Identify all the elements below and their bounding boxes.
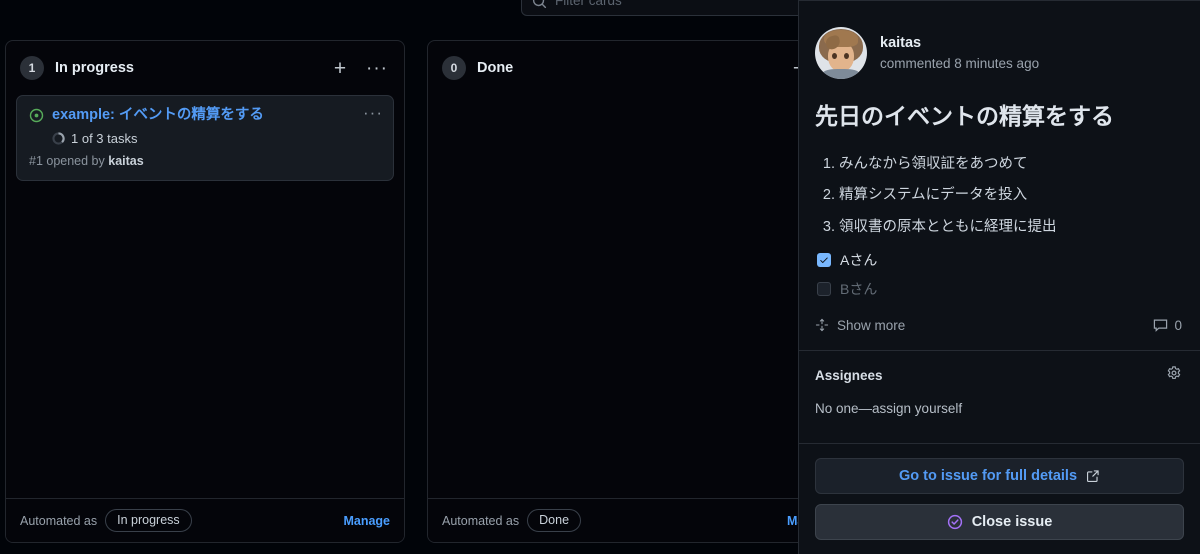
column-menu-button[interactable]: ··· (364, 55, 390, 81)
column-count-badge: 1 (20, 56, 44, 80)
issue-title: 先日のイベントの精算をする (815, 103, 1114, 129)
board-column-in-progress: 1 In progress + ··· ··· example: イベントの精算… (5, 40, 405, 543)
checkbox-unchecked-icon[interactable] (817, 282, 831, 297)
issue-open-icon (29, 108, 44, 123)
column-automation-footer: Automated as In progress Manage (6, 498, 404, 542)
avatar (815, 27, 867, 79)
task-progress-icon (52, 131, 65, 145)
board-card[interactable]: ··· example: イベントの精算をする 1 of 3 tasks #1 … (16, 95, 394, 181)
list-item: 精算システムにデータを投入 (839, 185, 1182, 205)
comment-count[interactable]: 0 (1153, 318, 1182, 333)
close-issue-button[interactable]: Close issue (815, 504, 1184, 540)
automation-pill: In progress (105, 509, 192, 532)
project-board-app: Filter cards 1 In progress + ··· ··· exa… (0, 0, 1200, 554)
filter-placeholder: Filter cards (555, 0, 622, 9)
column-automation-footer: Automated as Done Man (428, 498, 826, 542)
automation-label: Automated as (20, 513, 98, 528)
issue-closed-icon (947, 514, 962, 530)
issue-step-list: みんなから領収証をあつめて 精算システムにデータを投入 領収書の原本とともに経理… (839, 154, 1182, 237)
board-columns: 1 In progress + ··· ··· example: イベントの精算… (0, 40, 827, 543)
card-menu-button[interactable]: ··· (363, 104, 383, 121)
issue-detail-body: kaitas commented 8 minutes ago 先日のイベントの精… (799, 1, 1200, 443)
automation-label: Automated as (442, 513, 520, 528)
task-label: Aさん (840, 252, 878, 269)
column-header: 1 In progress + ··· (6, 41, 404, 95)
show-more-button[interactable]: Show more (815, 318, 905, 333)
task-label: Bさん (840, 281, 878, 298)
issue-author-name[interactable]: kaitas (880, 33, 1039, 54)
assignees-title: Assignees (815, 367, 883, 383)
issue-author-row: kaitas commented 8 minutes ago (799, 1, 1200, 79)
add-card-button[interactable]: + (327, 55, 353, 81)
gear-icon[interactable] (1166, 365, 1182, 386)
show-more-label: Show more (837, 317, 906, 333)
column-count-badge: 0 (442, 56, 466, 80)
column-cards (428, 95, 826, 498)
expand-arrows-icon (815, 319, 829, 332)
column-title: Done (477, 60, 514, 76)
assignees-value[interactable]: No one—assign yourself (815, 401, 1182, 416)
issue-detail-actions: Go to issue for full details Close issue (799, 443, 1200, 554)
card-meta-prefix: #1 opened by (29, 153, 105, 168)
go-to-issue-button[interactable]: Go to issue for full details (815, 458, 1184, 494)
column-cards: ··· example: イベントの精算をする 1 of 3 tasks #1 … (6, 95, 404, 498)
show-more-row: Show more 0 (799, 308, 1200, 333)
comment-count-value: 0 (1174, 317, 1182, 333)
card-meta-author[interactable]: kaitas (108, 154, 143, 168)
task-checkbox-row[interactable]: Bさん (799, 277, 1200, 302)
board-column-done: 0 Done + Automated as Done Man (427, 40, 827, 543)
comment-icon (1154, 319, 1168, 332)
task-checkbox-row[interactable]: Aさん (799, 248, 1200, 273)
card-task-progress: 1 of 3 tasks (52, 131, 381, 146)
card-meta: #1 opened by kaitas (29, 154, 381, 168)
checkbox-checked-icon[interactable] (817, 253, 831, 268)
automation-pill: Done (527, 509, 582, 532)
card-title[interactable]: example: イベントの精算をする (52, 106, 381, 126)
column-title: In progress (55, 60, 134, 76)
external-link-icon (1087, 470, 1099, 482)
list-item: 領収書の原本とともに経理に提出 (839, 217, 1182, 237)
assignees-section: Assignees No one—assign yourself (799, 351, 1200, 432)
list-item: みんなから領収証をあつめて (839, 154, 1182, 174)
search-icon (533, 0, 547, 8)
issue-detail-panel: kaitas commented 8 minutes ago 先日のイベントの精… (798, 0, 1200, 554)
card-task-count: 1 of 3 tasks (71, 130, 138, 146)
manage-automation-link[interactable]: Manage (343, 514, 390, 528)
column-header: 0 Done + (428, 41, 826, 95)
go-to-issue-label: Go to issue for full details (898, 468, 1078, 484)
close-issue-label: Close issue (971, 514, 1053, 530)
issue-comment-time: commented 8 minutes ago (880, 55, 1040, 71)
